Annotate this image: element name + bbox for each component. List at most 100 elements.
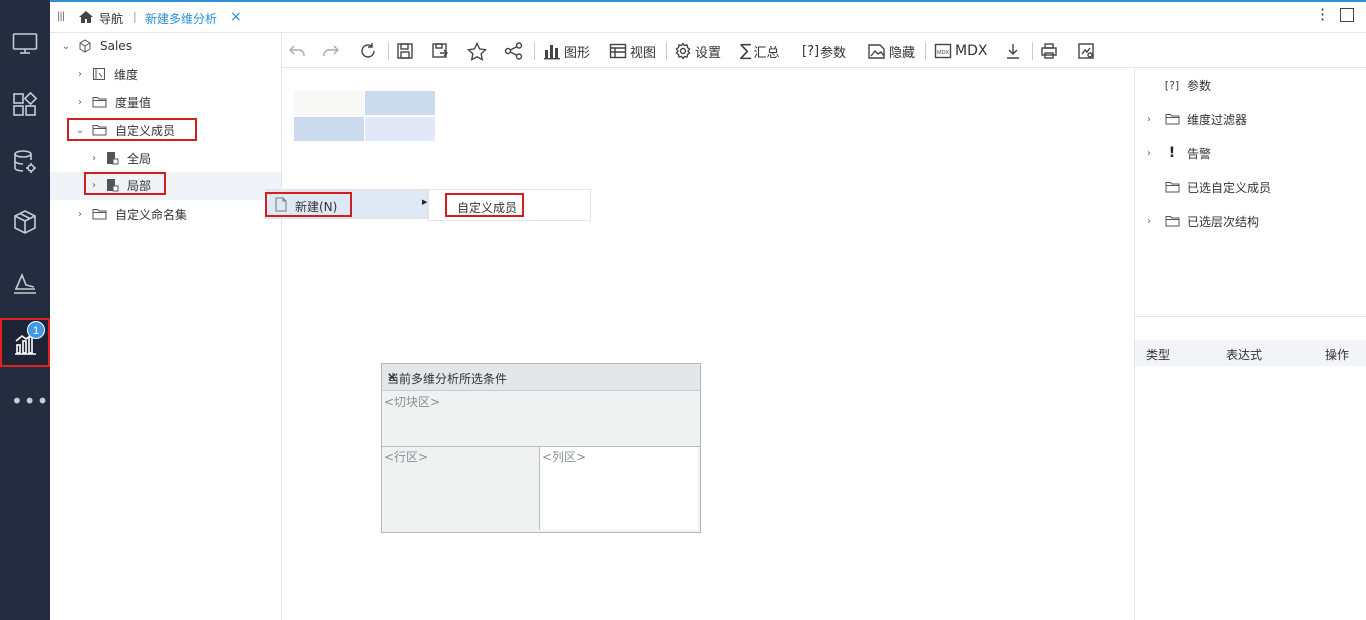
resource-tree-panel: ⌄ Sales › 维度 › 度量值 ⌄ 自定义成员 › 全局 › 局部 › 自… bbox=[50, 33, 282, 620]
report-icon[interactable] bbox=[0, 260, 50, 308]
column-zone[interactable]: <列区> bbox=[540, 447, 698, 530]
column-header-type: 类型 bbox=[1146, 348, 1171, 362]
tab-bar: ||| 导航 | 新建多维分析 × · · · bbox=[50, 2, 1366, 33]
close-icon[interactable]: × bbox=[387, 370, 694, 384]
expression-table-header: 类型 表达式 操作 bbox=[1135, 340, 1366, 366]
slice-zone[interactable]: <切块区> bbox=[382, 392, 700, 447]
tree-node-named-sets[interactable]: › 自定义命名集 bbox=[74, 202, 187, 226]
tree-node-label: 全局 bbox=[127, 151, 152, 166]
selected-conditions-panel: 当前多维分析所选条件 × <切块区> <行区> <列区> bbox=[381, 363, 701, 533]
scope-icon bbox=[106, 178, 119, 192]
column-zone-placeholder: <列区> bbox=[542, 450, 587, 464]
row-zone-placeholder: <行区> bbox=[384, 450, 429, 464]
cube-icon[interactable] bbox=[0, 198, 50, 246]
more-icon[interactable]: ••• bbox=[11, 391, 48, 411]
chart-button[interactable]: 图形 bbox=[543, 40, 590, 62]
right-item-label: 已选自定义成员 bbox=[1187, 180, 1272, 195]
menu-item-custom-member[interactable]: 自定义成员 bbox=[457, 199, 517, 216]
print-icon[interactable] bbox=[1040, 40, 1058, 62]
chevron-right-icon[interactable]: › bbox=[74, 97, 86, 108]
right-item-alert[interactable]: › ! 告警 bbox=[1147, 141, 1211, 165]
folder-icon bbox=[1163, 181, 1181, 193]
tree-node-label: 维度 bbox=[114, 67, 139, 82]
dimension-icon bbox=[92, 67, 106, 81]
monitor-icon[interactable] bbox=[0, 20, 50, 68]
tree-node-label: 自定义成员 bbox=[115, 123, 176, 138]
database-settings-icon[interactable] bbox=[0, 138, 50, 186]
svg-text:MDX: MDX bbox=[937, 50, 950, 56]
params-button-label: 参数 bbox=[820, 45, 847, 61]
row-zone[interactable]: <行区> bbox=[382, 447, 540, 530]
toolbar-divider bbox=[388, 42, 389, 60]
undo-icon[interactable] bbox=[288, 40, 306, 62]
maximize-icon[interactable] bbox=[1340, 8, 1354, 22]
analysis-toolbar: 图形 视图 设置 ∑ 汇总 [?] 参数 隐藏 MDX MDX bbox=[282, 33, 1366, 68]
right-item-selected-custom-members[interactable]: 已选自定义成员 bbox=[1147, 175, 1271, 199]
chevron-right-icon[interactable]: › bbox=[74, 209, 86, 220]
toolbar-divider bbox=[1032, 42, 1033, 60]
alert-icon: ! bbox=[1168, 145, 1176, 161]
scope-icon bbox=[106, 151, 119, 165]
tree-node-global[interactable]: › 全局 bbox=[88, 146, 151, 170]
settings-button[interactable]: 设置 bbox=[674, 40, 721, 62]
view-button[interactable]: 视图 bbox=[609, 40, 656, 62]
tab-close-icon[interactable]: × bbox=[230, 9, 242, 25]
right-item-params[interactable]: [?] 参数 bbox=[1147, 73, 1211, 97]
mdx-button-label: MDX bbox=[955, 43, 988, 59]
slice-zone-placeholder: <切块区> bbox=[384, 395, 441, 409]
export-icon[interactable] bbox=[1077, 40, 1095, 62]
document-icon bbox=[275, 197, 287, 215]
tree-node-local[interactable]: › 局部 bbox=[88, 173, 151, 197]
favorite-icon[interactable] bbox=[467, 40, 487, 62]
chevron-right-icon[interactable]: › bbox=[1147, 114, 1157, 125]
chevron-right-icon[interactable]: › bbox=[88, 153, 100, 164]
home-tab-label[interactable]: 导航 bbox=[99, 10, 123, 27]
more-vertical-icon[interactable]: · · · bbox=[1320, 2, 1328, 28]
grip-icon[interactable]: ||| bbox=[57, 11, 65, 22]
chevron-down-icon[interactable]: ⌄ bbox=[60, 41, 72, 52]
tree-node-sales[interactable]: ⌄ Sales bbox=[60, 34, 132, 58]
analysis-chart-icon[interactable]: 1 bbox=[0, 318, 50, 367]
tree-node-label: 度量值 bbox=[115, 95, 152, 110]
save-icon[interactable] bbox=[396, 40, 414, 62]
params-button[interactable]: [?] 参数 bbox=[802, 40, 846, 62]
submenu-arrow-icon: ▶ bbox=[422, 198, 428, 206]
tree-node-label: Sales bbox=[100, 39, 132, 53]
mdx-button[interactable]: MDX MDX bbox=[934, 40, 987, 62]
tree-node-measures[interactable]: › 度量值 bbox=[74, 90, 151, 114]
redo-icon[interactable] bbox=[322, 40, 340, 62]
tab-new-analysis[interactable]: 新建多维分析 bbox=[145, 10, 217, 27]
dashboard-icon[interactable] bbox=[0, 80, 50, 128]
home-icon[interactable] bbox=[78, 10, 94, 27]
right-item-label: 参数 bbox=[1187, 78, 1212, 93]
chevron-down-icon[interactable]: ⌄ bbox=[74, 125, 86, 136]
tree-node-custom-members[interactable]: ⌄ 自定义成员 bbox=[74, 118, 175, 142]
summary-button[interactable]: ∑ 汇总 bbox=[740, 40, 779, 62]
folder-icon bbox=[1163, 113, 1181, 125]
right-item-dimension-filter[interactable]: › 维度过滤器 bbox=[1147, 107, 1247, 131]
menu-item-new[interactable]: 新建(N) bbox=[295, 198, 337, 215]
chevron-right-icon[interactable]: › bbox=[1147, 148, 1157, 159]
conditions-title-bar[interactable]: 当前多维分析所选条件 × bbox=[382, 364, 700, 391]
right-item-label: 维度过滤器 bbox=[1187, 112, 1248, 127]
toolbar-divider bbox=[666, 42, 667, 60]
column-header-expression: 表达式 bbox=[1226, 348, 1263, 362]
download-icon[interactable] bbox=[1004, 40, 1022, 62]
tree-node-dimension[interactable]: › 维度 bbox=[74, 62, 138, 86]
hide-button[interactable]: 隐藏 bbox=[867, 40, 915, 62]
summary-button-label: 汇总 bbox=[753, 45, 780, 61]
right-item-label: 已选层次结构 bbox=[1187, 214, 1260, 229]
save-as-icon[interactable] bbox=[431, 40, 449, 62]
share-icon[interactable] bbox=[504, 40, 524, 62]
chevron-right-icon[interactable]: › bbox=[88, 180, 100, 191]
left-navigation-bar: 1 ••• bbox=[0, 0, 50, 620]
panel-divider bbox=[1135, 316, 1366, 317]
sigma-icon: ∑ bbox=[740, 41, 752, 61]
params-icon: [?] bbox=[802, 43, 820, 59]
chevron-right-icon[interactable]: › bbox=[74, 69, 86, 80]
chevron-right-icon[interactable]: › bbox=[1147, 216, 1157, 227]
right-item-selected-hierarchies[interactable]: › 已选层次结构 bbox=[1147, 209, 1259, 233]
folder-icon bbox=[1163, 215, 1181, 227]
chart-button-label: 图形 bbox=[564, 45, 591, 61]
refresh-icon[interactable] bbox=[359, 40, 377, 62]
